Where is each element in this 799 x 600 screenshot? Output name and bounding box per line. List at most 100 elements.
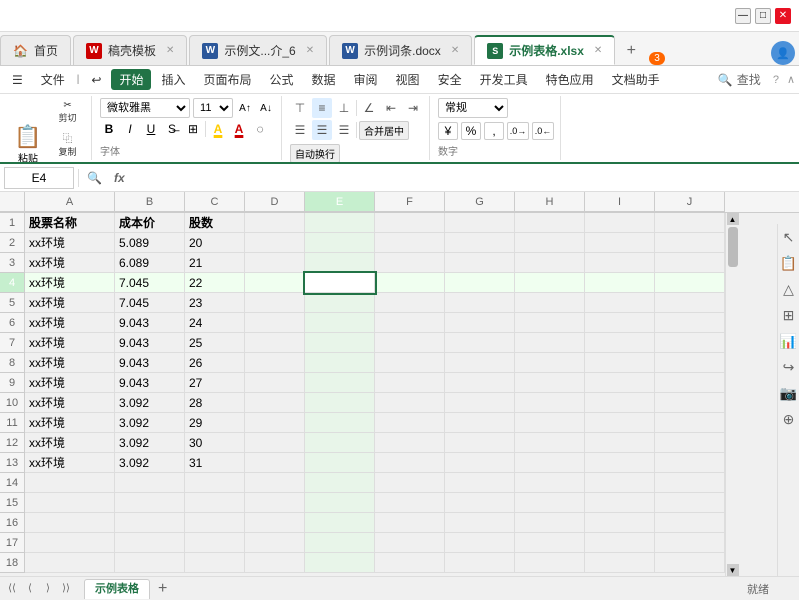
menu-view[interactable]: 视图 [388,67,428,92]
tab-doc1-close[interactable]: ✕ [306,45,314,56]
cell-J12[interactable] [655,433,725,453]
row-header-13[interactable]: 13 [0,453,25,473]
cell-H13[interactable] [515,453,585,473]
cell-G7[interactable] [445,333,515,353]
cell-J5[interactable] [655,293,725,313]
right-align-button[interactable]: ☰ [334,120,354,140]
col-header-J[interactable]: J [655,192,725,212]
tab-add-button[interactable]: + [617,37,645,65]
cell-B5[interactable]: 7.045 [115,293,185,313]
cell-D3[interactable] [245,253,305,273]
cell-J6[interactable] [655,313,725,333]
cell-F18[interactable] [375,553,445,573]
cell-I11[interactable] [585,413,655,433]
cell-J16[interactable] [655,513,725,533]
cell-J13[interactable] [655,453,725,473]
cell-H14[interactable] [515,473,585,493]
row-header-8[interactable]: 8 [0,353,25,373]
cell-H10[interactable] [515,393,585,413]
cell-E16[interactable] [305,513,375,533]
sheet-first-button[interactable]: ⟨⟨ [4,581,20,597]
cell-F15[interactable] [375,493,445,513]
cell-E13[interactable] [305,453,375,473]
cell-I1[interactable] [585,213,655,233]
cell-C5[interactable]: 23 [185,293,245,313]
cell-D9[interactable] [245,373,305,393]
col-header-I[interactable]: I [585,192,655,212]
clipboard-sidebar-icon[interactable]: 📋 [780,254,798,272]
row-header-18[interactable]: 18 [0,553,25,573]
cell-F13[interactable] [375,453,445,473]
sheet-tab-main[interactable]: 示例表格 [84,579,150,599]
cell-B15[interactable] [115,493,185,513]
cell-D10[interactable] [245,393,305,413]
cell-F7[interactable] [375,333,445,353]
cell-C2[interactable]: 20 [185,233,245,253]
function-icon[interactable]: fx [110,171,129,185]
cell-A5[interactable]: xx环境 [25,293,115,313]
cell-I4[interactable] [585,273,655,293]
cell-I18[interactable] [585,553,655,573]
cell-I3[interactable] [585,253,655,273]
menu-features[interactable]: 特色应用 [538,67,602,92]
row-header-6[interactable]: 6 [0,313,25,333]
minimize-button[interactable]: — [735,8,751,24]
cell-D6[interactable] [245,313,305,333]
menu-dochelper[interactable]: 文档助手 [604,67,668,92]
cell-A3[interactable]: xx环境 [25,253,115,273]
row-header-3[interactable]: 3 [0,253,25,273]
cell-C7[interactable]: 25 [185,333,245,353]
cell-F14[interactable] [375,473,445,493]
col-header-B[interactable]: B [115,192,185,212]
cell-A8[interactable]: xx环境 [25,353,115,373]
cell-H6[interactable] [515,313,585,333]
cell-G12[interactable] [445,433,515,453]
cell-C3[interactable]: 21 [185,253,245,273]
cell-E7[interactable] [305,333,375,353]
cell-E8[interactable] [305,353,375,373]
cell-H3[interactable] [515,253,585,273]
formula-input[interactable] [133,167,795,189]
cell-H11[interactable] [515,413,585,433]
col-header-F[interactable]: F [375,192,445,212]
sheet-next-button[interactable]: ⟩ [40,581,56,597]
cell-I5[interactable] [585,293,655,313]
cell-E10[interactable] [305,393,375,413]
merge-center-button[interactable]: 合并居中 [359,121,409,140]
close-button[interactable]: ✕ [775,8,791,24]
cell-B4[interactable]: 7.045 [115,273,185,293]
camera-sidebar-icon[interactable]: 📷 [780,384,798,402]
tab-doc2[interactable]: W 示例词条.docx ✕ [329,35,472,65]
cell-B2[interactable]: 5.089 [115,233,185,253]
cell-H15[interactable] [515,493,585,513]
cell-B9[interactable]: 9.043 [115,373,185,393]
cell-F11[interactable] [375,413,445,433]
cell-D8[interactable] [245,353,305,373]
grid-sidebar-icon[interactable]: ⊞ [780,306,798,324]
cell-E18[interactable] [305,553,375,573]
angle-text-button[interactable]: ∠ [359,98,379,118]
cell-A14[interactable] [25,473,115,493]
cell-F17[interactable] [375,533,445,553]
center-align-button[interactable]: ☰ [312,120,332,140]
cell-D7[interactable] [245,333,305,353]
scroll-down-button[interactable]: ▼ [727,564,739,576]
cell-G8[interactable] [445,353,515,373]
cell-G17[interactable] [445,533,515,553]
cell-B18[interactable] [115,553,185,573]
cell-G11[interactable] [445,413,515,433]
cell-J1[interactable] [655,213,725,233]
col-header-C[interactable]: C [185,192,245,212]
cell-J11[interactable] [655,413,725,433]
cell-B12[interactable]: 3.092 [115,433,185,453]
menu-data[interactable]: 数据 [304,67,344,92]
cell-C4[interactable]: 22 [185,273,245,293]
row-header-11[interactable]: 11 [0,413,25,433]
chart-sidebar-icon[interactable]: 📊 [780,332,798,350]
cell-H16[interactable] [515,513,585,533]
cell-G1[interactable] [445,213,515,233]
cell-J4[interactable] [655,273,725,293]
row-header-17[interactable]: 17 [0,533,25,553]
col-header-A[interactable]: A [25,192,115,212]
top-align-button[interactable]: ⊤ [290,98,310,118]
